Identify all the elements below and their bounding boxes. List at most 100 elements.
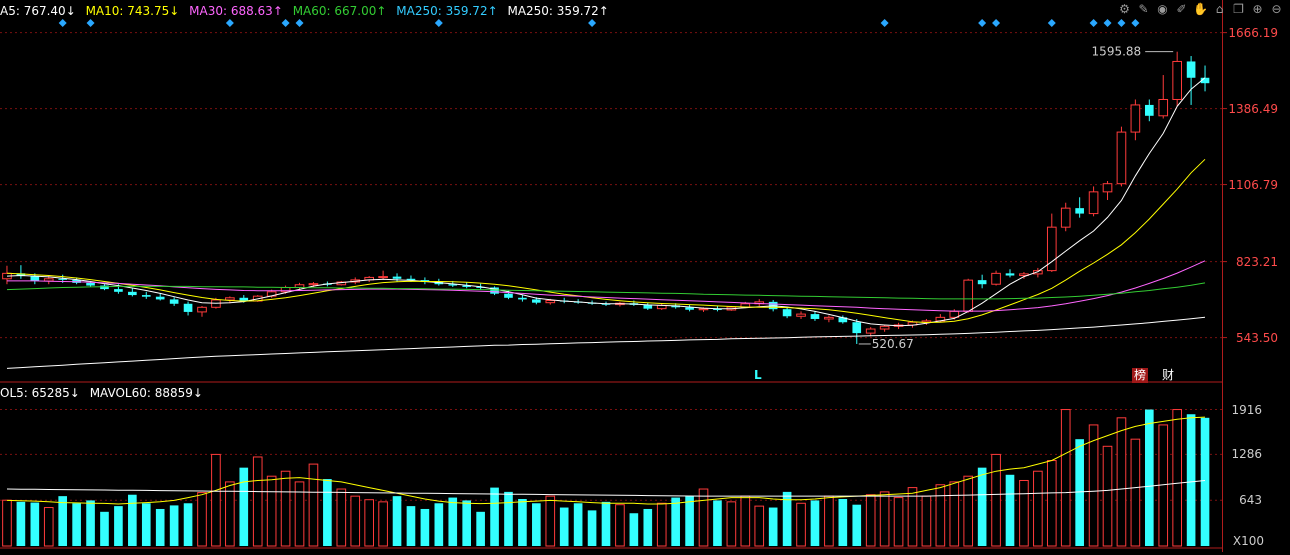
volume-bar-down [504, 491, 513, 546]
volume-bar-down [559, 507, 569, 546]
eye-icon[interactable]: ◉ [1155, 2, 1170, 17]
volume-bar-up [824, 495, 834, 547]
volume-bar-down [128, 494, 137, 546]
candle-body-down [1186, 61, 1196, 78]
candle-body-down [977, 280, 987, 285]
volume-bar-down [114, 506, 123, 546]
price-tick-label: 1666.19 [1228, 25, 1278, 40]
candle-body-down [155, 296, 165, 300]
legend-ma250-a: MA250: 359.72↑ [396, 4, 498, 18]
volume-bar-down [392, 496, 402, 546]
event-diamond-marker [1089, 19, 1098, 27]
volume-bar-down [601, 501, 611, 546]
volume-bar-down [30, 502, 40, 546]
volume-bar-down [58, 496, 68, 546]
volume-bar-down [155, 508, 165, 546]
volume-bar-up [1033, 470, 1043, 547]
candle-body-up [1158, 98, 1169, 117]
candle-body-down [100, 285, 109, 290]
volume-bar-down [86, 500, 95, 546]
zoom-in-icon[interactable]: ⊕ [1250, 2, 1265, 17]
volume-bar-up [796, 502, 806, 547]
candle-body-up [796, 313, 806, 317]
lock-icon[interactable]: ⌂ [1212, 2, 1227, 17]
candle-body-down [392, 276, 402, 279]
chart-toolbar: ⚙ ✎ ◉ ✐ ✋ ⌂ ❐ ⊕ ⊖ [1117, 2, 1284, 18]
stock-chart-svg[interactable]: 1595.88 520.67 [0, 0, 1290, 552]
candle-body-up [545, 300, 556, 304]
volume-bar-down [1075, 439, 1084, 546]
volume-bar-up [1046, 460, 1057, 547]
candle-body-up [378, 276, 388, 279]
volume-bar-down [768, 507, 778, 546]
event-diamond-marker [978, 19, 987, 27]
candle-body-up [1172, 60, 1182, 100]
finance-badge[interactable]: 财 [1162, 368, 1174, 383]
candle-body-down [183, 303, 193, 312]
candle-body-down [504, 293, 513, 298]
event-diamond-marker [1117, 19, 1126, 27]
price-tick-label: 1106.79 [1228, 177, 1278, 192]
ma-line-ma250 [6, 316, 1206, 369]
volume-bar-up [963, 475, 974, 547]
volume-bar-down [141, 503, 151, 546]
main-legend: A5: 767.40↓ MA10: 743.75↓ MA30: 688.63↑ … [0, 2, 615, 20]
event-diamond-marker [281, 19, 290, 27]
volume-legend: OL5: 65285↓ MAVOL60: 88859↓ [0, 384, 209, 402]
gear-icon[interactable]: ⚙ [1117, 2, 1132, 17]
volume-bar-up [266, 475, 277, 547]
volume-bar-down [420, 508, 430, 546]
candle-body-up [1130, 104, 1141, 133]
volume-bar-up [1088, 424, 1099, 547]
candle-body-down [1144, 104, 1154, 116]
candle-body-down [30, 276, 40, 281]
copy-icon[interactable]: ❐ [1231, 2, 1246, 17]
ranking-badge[interactable]: 榜 [1132, 368, 1149, 383]
event-diamond-marker [880, 19, 889, 27]
event-diamond-marker [588, 19, 597, 27]
candle-body-down [532, 299, 541, 303]
volume-bar-up [308, 463, 319, 547]
volume-bar-down [462, 500, 472, 546]
volume-bar-down [1186, 414, 1196, 546]
volume-bar-down [448, 497, 458, 546]
volume-bar-up [1060, 409, 1071, 547]
volume-bar-up [893, 497, 904, 547]
volume-bar-up [949, 481, 960, 547]
candle-body-down [114, 289, 123, 292]
l-marker[interactable]: L [754, 368, 762, 382]
volume-bar-down [406, 506, 416, 546]
brush-icon[interactable]: ✐ [1174, 2, 1189, 17]
candle-body-down [518, 297, 527, 300]
volume-bar-down [1005, 474, 1015, 546]
legend-mavol60: MAVOL60: 88859↓ [89, 386, 203, 400]
volume-bar-up [935, 484, 946, 547]
zoom-out-icon[interactable]: ⊖ [1269, 2, 1284, 17]
price-tick-label: 543.50 [1236, 330, 1278, 345]
legend-ma10: MA10: 743.75↓ [85, 4, 180, 18]
candle-body-down [782, 309, 792, 317]
event-diamond-marker [434, 19, 443, 27]
volume-bar-up [43, 507, 54, 547]
volume-bar-up [211, 453, 221, 547]
high-annotation-label: 1595.88 [1092, 45, 1142, 59]
chart-stage[interactable]: 1595.88 520.67 A5: 767.40↓ MA10: 743.75↓ … [0, 0, 1290, 552]
low-annotation-label: 520.67 [872, 337, 914, 351]
volume-bar-up [698, 488, 709, 547]
volume-bar-up [1172, 409, 1182, 547]
candle-body-up [1116, 131, 1127, 185]
event-diamond-marker [1131, 19, 1140, 27]
volume-bar-down [476, 511, 485, 546]
price-tick-label: 1386.49 [1228, 101, 1278, 116]
volume-unit: X100 [1232, 534, 1264, 548]
hand-icon[interactable]: ✋ [1193, 2, 1208, 17]
volume-bar-down [810, 500, 820, 546]
candle-body-down [141, 295, 151, 297]
event-diamond-marker [295, 19, 304, 27]
volume-bar-up [1130, 438, 1141, 547]
volume-bar-down [169, 505, 179, 546]
pen-icon[interactable]: ✎ [1136, 2, 1151, 17]
candle-body-up [43, 278, 54, 282]
event-diamond-marker [1103, 19, 1112, 27]
event-diamond-marker [992, 19, 1001, 27]
